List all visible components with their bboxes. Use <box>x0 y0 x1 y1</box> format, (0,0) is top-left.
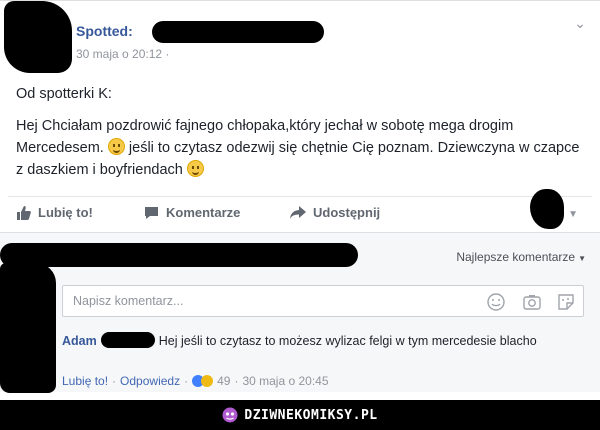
thumbs-up-icon <box>17 205 31 220</box>
redacted-commenter-avatars <box>0 263 56 393</box>
comment-timestamp[interactable]: 30 maja o 20:45 <box>242 374 328 388</box>
comment-text: Hej jeśli to czytasz to możesz wylizac f… <box>158 334 537 348</box>
site-name: DZIWNEKOMIKSY.PL <box>244 407 378 423</box>
site-logo-icon <box>222 407 238 423</box>
share-label: Udostępnij <box>313 205 381 220</box>
reactions-count: 49 <box>217 374 231 388</box>
comment-sort-label: Najlepsze komentarze <box>456 250 576 264</box>
redacted-blob <box>530 189 564 229</box>
comment-input[interactable]: Napisz komentarz... <box>73 294 183 308</box>
comment-label: Komentarze <box>166 205 241 220</box>
sticker-icon[interactable] <box>557 293 575 311</box>
comment-sort-dropdown[interactable]: Najlepsze komentarze ▼ <box>456 250 586 264</box>
haha-reaction-icon <box>201 375 214 387</box>
post-author-link[interactable]: Spotted: <box>76 23 133 39</box>
watermark-footer: DZIWNEKOMIKSY.PL <box>0 400 600 430</box>
post-timestamp[interactable]: 30 maja o 20:12 · <box>76 47 169 61</box>
post-intro: Od spotterki K: <box>16 86 112 102</box>
separator-dot: · <box>184 374 189 388</box>
emoji-picker-icon[interactable] <box>487 293 505 311</box>
comment-item: Adam Hej jeśli to czytasz to możesz wyliz… <box>62 332 582 350</box>
post-action-bar: Lubię to! Komentarze Udostępnij ▼ <box>8 196 592 230</box>
separator-dot: · <box>234 374 239 388</box>
like-button[interactable]: Lubię to! <box>16 205 93 220</box>
caret-down-icon: ▼ <box>578 254 586 263</box>
comment-reply-link[interactable]: Odpowiedz <box>120 374 180 388</box>
redacted-commenter-name <box>100 332 155 348</box>
post-card: Spotted: 30 maja o 20:12 · ⌄ Od spotterk… <box>0 0 600 232</box>
smile-emoji-icon <box>186 160 204 177</box>
like-label: Lubię to! <box>38 205 93 220</box>
redacted-author-name <box>152 21 324 43</box>
post-options-chevron-icon[interactable]: ⌄ <box>574 15 586 32</box>
separator-dot: · <box>112 374 117 388</box>
redacted-avatar <box>4 1 72 73</box>
smile-emoji-icon <box>107 138 125 155</box>
comment-like-link[interactable]: Lubię to! <box>62 374 108 388</box>
camera-icon[interactable] <box>523 293 541 311</box>
redacted-reactions-bar <box>0 243 358 267</box>
comment-author-link[interactable]: Adam <box>62 334 97 348</box>
post-message: Hej Chciałam pozdrowić fajnego chłopaka,… <box>16 115 586 181</box>
comment-bubble-icon <box>145 206 158 219</box>
comment-meta: Lubię to! · Odpowiedz · 49 · 30 maja o 2… <box>62 374 329 388</box>
comment-input-box[interactable]: Napisz komentarz... <box>62 285 584 317</box>
reactions-summary[interactable]: 49 <box>192 374 230 388</box>
post-text: Od spotterki K: Hej Chciałam pozdrowić f… <box>16 83 586 191</box>
share-arrow-icon <box>290 205 306 219</box>
share-options-caret-icon[interactable]: ▼ <box>568 209 578 220</box>
comment-button[interactable]: Komentarze <box>144 205 240 220</box>
share-button[interactable]: Udostępnij <box>290 205 380 220</box>
